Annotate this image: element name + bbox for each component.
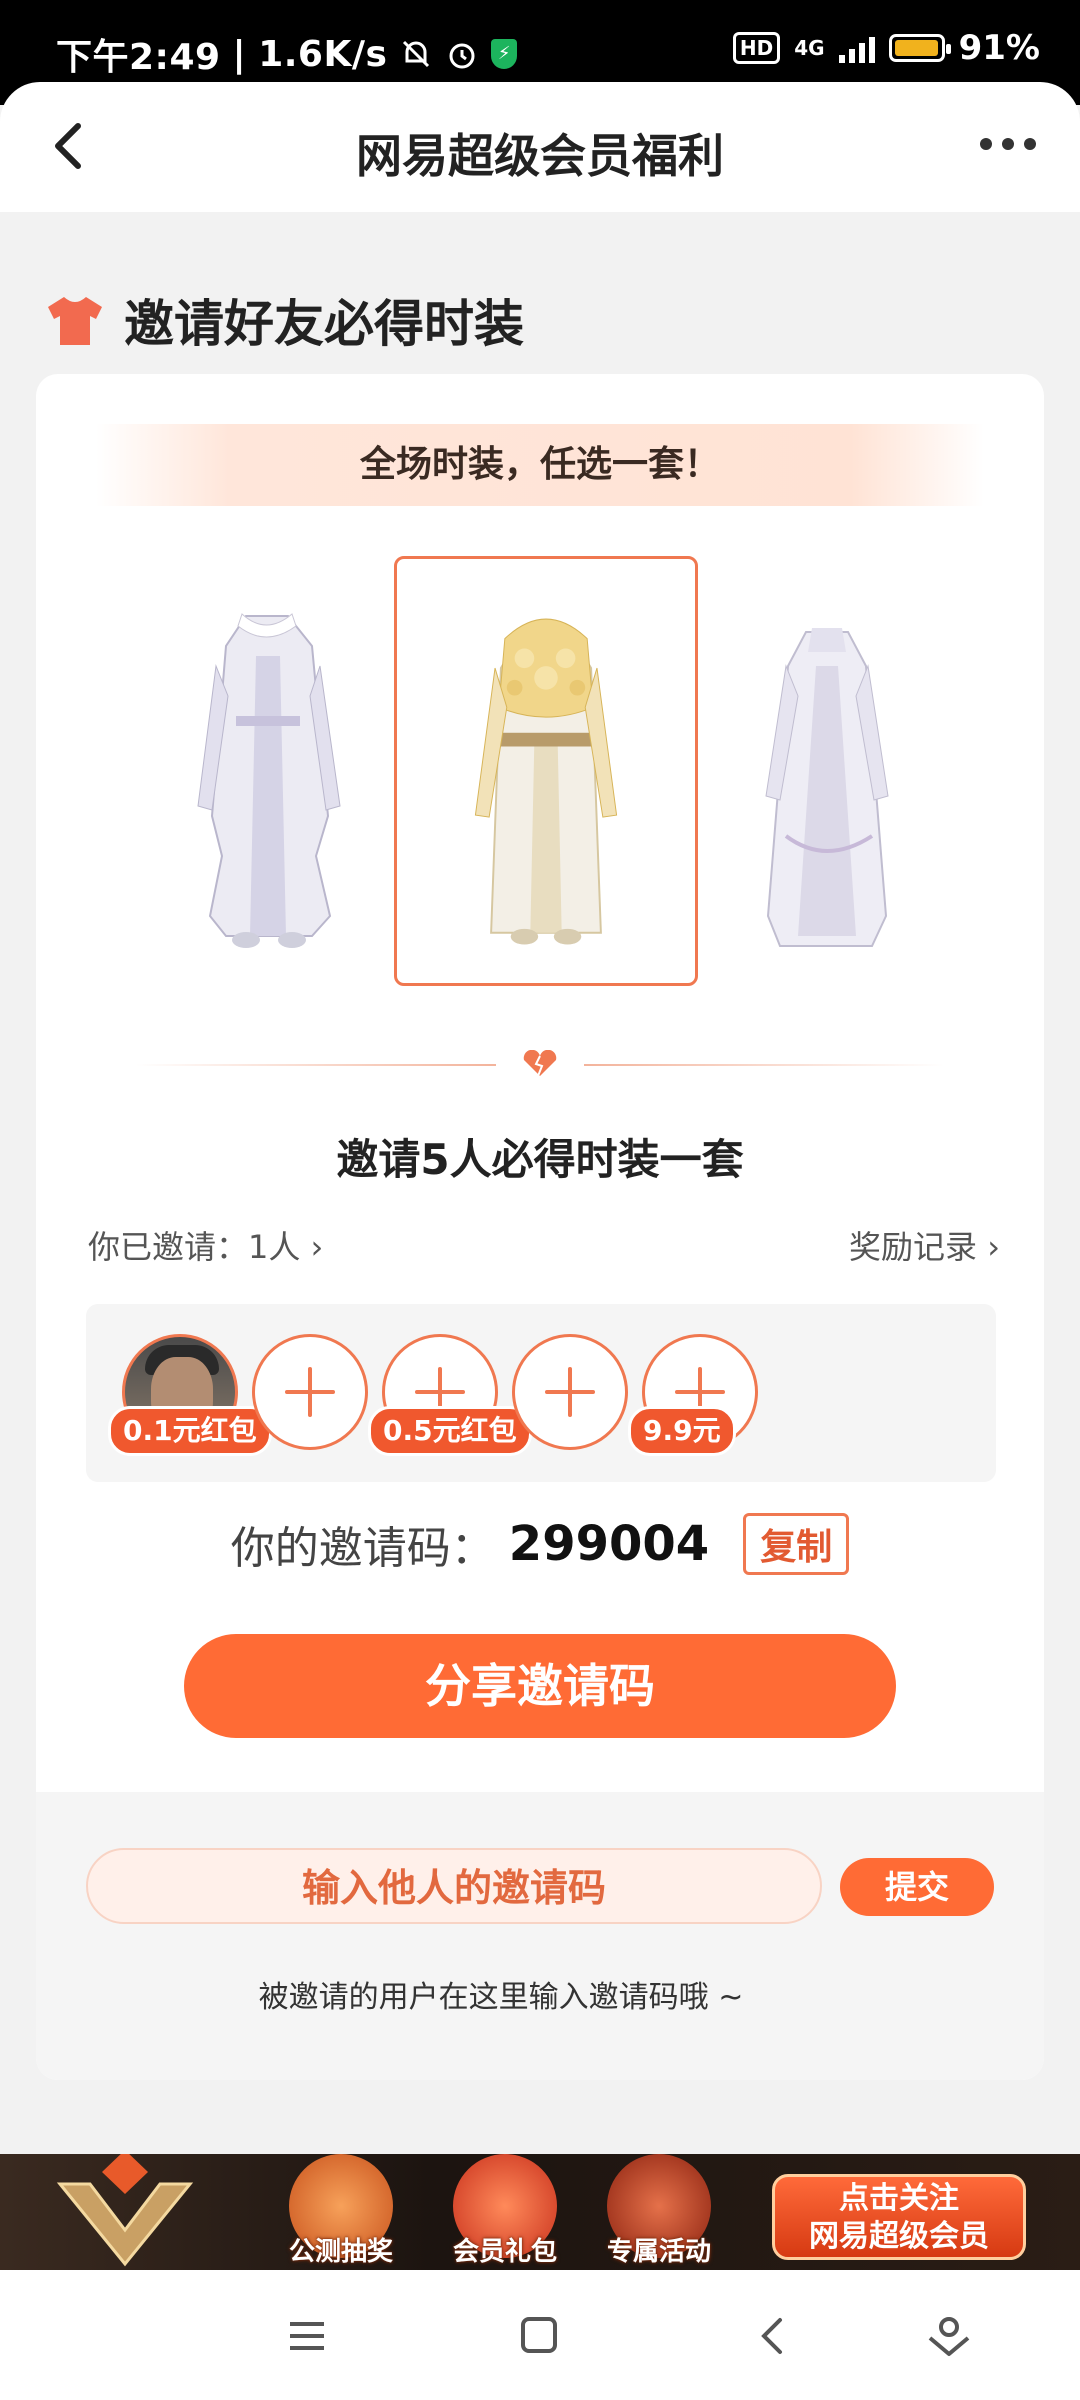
chevron-right-icon: ›	[310, 1228, 324, 1266]
promo-gift-label: 会员礼包	[452, 2237, 557, 2267]
broken-heart-icon	[523, 1050, 557, 1077]
status-time: 下午2:49	[56, 37, 221, 78]
system-nav-bar	[0, 2270, 1080, 2400]
more-options-icon[interactable]	[980, 138, 1036, 150]
promo-lottery[interactable]: 公测抽奖	[276, 2154, 406, 2270]
invite-goal: 邀请5人必得时装一套	[336, 1135, 744, 1184]
invited-count-link[interactable]: 你已邀请：1人 ›	[88, 1222, 323, 1268]
add-invite-slot[interactable]	[512, 1334, 628, 1450]
top-app-bar: 网易超级会员福利	[0, 82, 1080, 212]
reward-log-link[interactable]: 奖励记录 ›	[849, 1222, 1000, 1268]
hd-icon: HD	[732, 32, 781, 64]
network-type: 4G	[794, 36, 825, 60]
reward-badge: 9.9元	[628, 1406, 736, 1456]
outfit-image	[765, 628, 889, 947]
follow-line1: 点击关注	[839, 2181, 959, 2216]
promo-banner: 全场时装，任选一套！	[96, 424, 984, 506]
plus-icon	[285, 1367, 335, 1417]
outfit-option-1[interactable]	[116, 556, 420, 986]
battery-level: 91%	[958, 28, 1040, 68]
outfit-image	[197, 613, 341, 948]
back-icon[interactable]	[748, 2314, 798, 2358]
assistant-icon[interactable]	[924, 2314, 974, 2358]
submit-button[interactable]: 提交	[840, 1858, 994, 1916]
invite-code-value: 299004	[508, 1516, 710, 1572]
follow-button[interactable]: 点击关注 网易超级会员	[772, 2174, 1026, 2260]
promo-gift[interactable]: 会员礼包	[440, 2154, 570, 2270]
copy-button[interactable]: 复制	[743, 1513, 850, 1575]
plus-icon	[545, 1367, 595, 1417]
divider	[136, 1050, 944, 1077]
alarm-icon	[449, 43, 475, 69]
invite-code-input[interactable]: 输入他人的邀请码	[86, 1848, 822, 1924]
menu-icon[interactable]	[282, 2314, 332, 2358]
invite-slots: 0.1元红包 0.5元红包 9.9元	[86, 1304, 996, 1482]
section-title: 邀请好友必得时装	[124, 295, 524, 353]
invite-card: 全场时装，任选一套！ 邀请5人必得时装一套 你已邀请：1人 › 奖励记录 › 0…	[36, 374, 1044, 2080]
netease-vip-logo	[56, 2154, 194, 2267]
promo-strip: 公测抽奖 会员礼包 专属活动 点击关注 网易超级会员	[0, 2154, 1080, 2270]
outfit-image	[474, 618, 618, 945]
promo-activity-label: 专属活动	[606, 2237, 711, 2267]
section-header: 邀请好友必得时装	[46, 284, 524, 356]
share-code-button[interactable]: 分享邀请码	[184, 1634, 896, 1738]
shirt-icon	[48, 297, 102, 345]
promo-lottery-label: 公测抽奖	[288, 2237, 393, 2267]
invited-count-label: 你已邀请：1人	[88, 1228, 301, 1266]
chevron-right-icon: ›	[987, 1228, 1000, 1266]
signal-icon	[838, 33, 875, 63]
reward-badge: 0.5元红包	[368, 1406, 532, 1456]
status-speed: 1.6K/s	[258, 33, 388, 75]
outfit-option-2[interactable]	[394, 556, 698, 986]
shield-icon: ⚡	[491, 39, 518, 69]
outfit-carousel[interactable]	[36, 556, 1044, 996]
add-invite-slot[interactable]	[252, 1334, 368, 1450]
invite-code-row: 你的邀请码： 299004 复制	[36, 1512, 1044, 1576]
enter-code-section: 输入他人的邀请码 提交 被邀请的用户在这里输入邀请码哦 ~	[36, 1792, 1044, 2080]
reward-log-label: 奖励记录	[849, 1228, 978, 1266]
invite-code-label: 你的邀请码：	[230, 1523, 495, 1574]
mute-bell-icon	[403, 40, 430, 68]
battery-icon	[888, 34, 951, 62]
enter-code-hint: 被邀请的用户在这里输入邀请码哦 ~	[258, 1980, 744, 2015]
home-icon[interactable]	[514, 2314, 564, 2358]
follow-line2: 网易超级会员	[809, 2219, 989, 2254]
page-title: 网易超级会员福利	[356, 129, 724, 183]
promo-activity[interactable]: 专属活动	[594, 2154, 724, 2270]
reward-badge: 0.1元红包	[108, 1406, 272, 1456]
outfit-option-3[interactable]	[676, 556, 980, 986]
